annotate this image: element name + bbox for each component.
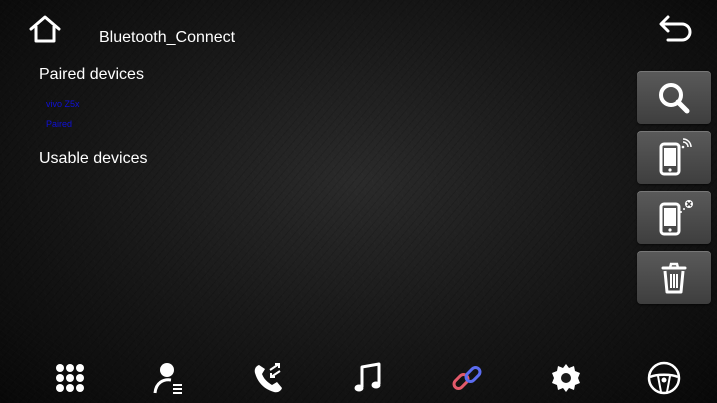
settings-icon <box>552 364 580 392</box>
leather-background <box>0 0 717 403</box>
steering-wheel-icon <box>647 361 681 395</box>
nav-bluetooth-link[interactable] <box>447 358 487 398</box>
nav-call-log[interactable] <box>248 358 288 398</box>
back-button[interactable] <box>656 14 694 44</box>
usable-devices-heading: Usable devices <box>39 150 148 167</box>
page-title: Bluetooth_Connect <box>99 29 236 46</box>
home-button[interactable] <box>28 14 62 44</box>
delete-device-button[interactable] <box>637 251 711 304</box>
search-icon <box>659 82 690 113</box>
home-icon <box>29 15 61 43</box>
paired-device-name[interactable]: vivo Z5x <box>46 99 80 109</box>
trash-icon <box>661 262 687 293</box>
contacts-icon <box>153 363 182 394</box>
top-bar: Bluetooth_Connect <box>0 0 717 56</box>
music-icon <box>354 362 381 392</box>
call-log-icon <box>254 363 282 393</box>
nav-settings[interactable] <box>546 358 586 398</box>
nav-dialpad[interactable] <box>50 358 90 398</box>
paired-device-status: Paired <box>46 119 73 129</box>
bottom-nav <box>0 350 717 403</box>
phone-disconnect-icon <box>659 199 693 235</box>
nav-music[interactable] <box>348 358 388 398</box>
phone-broadcast-icon <box>659 137 692 175</box>
dialpad-icon <box>56 364 84 392</box>
link-icon <box>452 366 482 390</box>
disconnect-device-button[interactable] <box>637 191 711 244</box>
connect-device-button[interactable] <box>637 131 711 184</box>
nav-steering[interactable] <box>644 358 684 398</box>
nav-contacts[interactable] <box>150 358 190 398</box>
back-arrow-icon <box>659 15 692 42</box>
paired-devices-heading: Paired devices <box>39 66 144 83</box>
search-button[interactable] <box>637 71 711 124</box>
